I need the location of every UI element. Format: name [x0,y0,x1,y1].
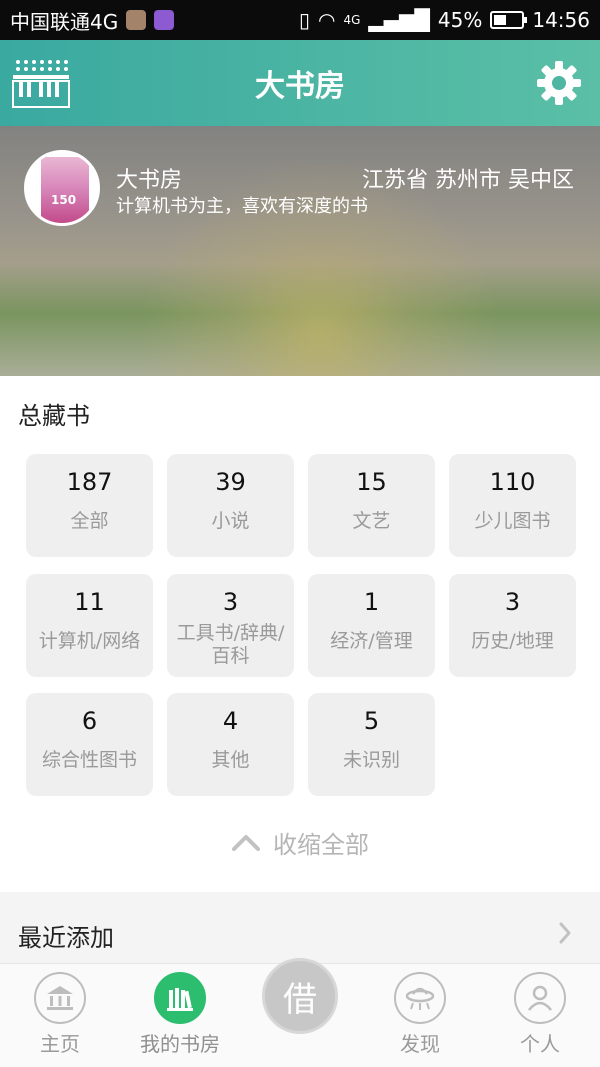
chevron-up-icon [232,835,260,851]
ufo-icon [394,972,446,1024]
library-location: 江苏省 苏州市 吴中区 [362,168,574,193]
category-tile-novel[interactable]: 39 小说 [167,454,294,557]
vibrate-icon: ▯ [298,8,310,32]
category-label: 全部 [70,510,109,532]
category-tile-economics[interactable]: 1 经济/管理 [308,574,435,677]
bottom-navigation: 主页 我的书房 借 发现 个人 [0,958,600,1067]
category-label: 小说 [211,510,250,532]
category-tile-general[interactable]: 6 综合性图书 [26,693,153,796]
chevron-right-icon [559,922,571,944]
category-count: 15 [356,468,387,496]
library-description: 计算机书为主，喜欢有深度的书 [116,196,368,217]
category-count: 5 [363,707,380,735]
category-label: 综合性图书 [41,749,137,771]
category-tile-children[interactable]: 110 少儿图书 [449,454,576,557]
nav-item-home[interactable]: 主页 [15,972,105,1057]
clock: 14:56 [532,8,590,32]
app-header: 大书房 [0,40,600,126]
network-type: 4G [343,13,361,27]
app-notification-icon [126,10,147,30]
category-tile-all[interactable]: 187 全部 [26,454,153,557]
nav-item-profile[interactable]: 个人 [495,972,585,1057]
category-label: 工具书/辞典/百科 [176,622,285,667]
category-count: 11 [74,588,105,616]
category-tile-unrecognized[interactable]: 5 未识别 [308,693,435,796]
category-count: 110 [489,468,536,496]
nav-label: 个人 [520,1032,560,1056]
profile-banner: 150 大书房 计算机书为主，喜欢有深度的书 江苏省 苏州市 吴中区 [0,126,600,376]
collapse-label: 收缩全部 [273,830,369,859]
category-tile-history[interactable]: 3 历史/地理 [449,574,576,677]
piano-icon[interactable] [12,58,70,108]
category-count: 3 [504,588,521,616]
page-title: 大书房 [255,69,345,104]
category-label: 未识别 [342,749,400,771]
nav-label: 主页 [40,1032,80,1056]
category-count: 187 [66,468,113,496]
home-icon [34,972,86,1024]
signal-icon: ▂▄▆█ [368,8,430,32]
category-count: 39 [215,468,246,496]
nav-item-my-library[interactable]: 我的书房 [135,972,225,1057]
category-label: 其他 [211,749,250,771]
nav-item-discover[interactable]: 发现 [375,972,465,1057]
category-count: 3 [222,588,239,616]
gallery-notification-icon [154,10,175,30]
recent-title: 最近添加 [18,924,114,952]
category-tile-literature[interactable]: 15 文艺 [308,454,435,557]
wifi-icon: ◠ [317,8,336,32]
gear-icon[interactable] [536,60,582,106]
category-label: 少儿图书 [474,510,551,532]
category-count: 6 [81,707,98,735]
bookshelf-icon [154,972,206,1024]
category-tile-reference[interactable]: 3 工具书/辞典/百科 [167,574,294,677]
category-label: 文艺 [352,510,391,532]
library-name: 大书房 [116,168,183,193]
category-count: 1 [363,588,380,616]
status-bar: 中国联通4G ▯ ◠ 4G ▂▄▆█ 45% 14:56 [0,0,600,40]
borrow-button[interactable]: 借 [262,958,338,1034]
collapse-all-button[interactable]: 收缩全部 [0,822,600,862]
category-label: 历史/地理 [471,630,554,652]
borrow-label: 借 [283,979,317,1020]
category-count: 4 [222,707,239,735]
battery-icon [490,11,528,29]
category-tile-computer[interactable]: 11 计算机/网络 [26,574,153,677]
collection-title: 总藏书 [18,402,90,430]
carrier-label: 中国联通4G [10,9,119,34]
book-cover-image: 150 [41,157,89,223]
category-tile-other[interactable]: 4 其他 [167,693,294,796]
category-label: 经济/管理 [330,630,413,652]
battery-percent: 45% [437,8,483,32]
user-icon [514,972,566,1024]
nav-label: 发现 [400,1032,440,1056]
category-label: 计算机/网络 [38,630,141,652]
cover-number: 150 [51,193,77,207]
nav-label: 我的书房 [140,1032,220,1056]
avatar[interactable]: 150 [24,150,100,226]
